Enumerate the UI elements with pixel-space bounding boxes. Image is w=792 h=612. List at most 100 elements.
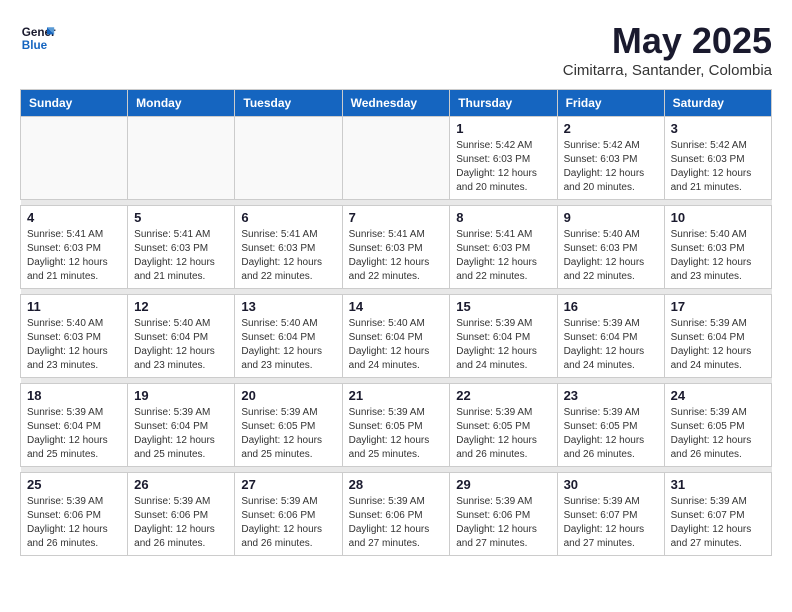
calendar-week-row: 11 Sunrise: 5:40 AM Sunset: 6:03 PM Dayli… xyxy=(21,295,772,378)
day-info: Sunrise: 5:40 AM Sunset: 6:03 PM Dayligh… xyxy=(27,317,121,373)
calendar-cell: 3 Sunrise: 5:42 AM Sunset: 6:03 PM Daylig… xyxy=(664,117,771,200)
day-info: Sunrise: 5:41 AM Sunset: 6:03 PM Dayligh… xyxy=(349,228,444,284)
day-info: Sunrise: 5:39 AM Sunset: 6:06 PM Dayligh… xyxy=(456,495,550,551)
calendar-cell: 1Sunrise: 5:42 AM Sunset: 6:03 PM Daylig… xyxy=(450,117,557,200)
calendar-cell: 7 Sunrise: 5:41 AM Sunset: 6:03 PM Daylig… xyxy=(342,206,450,289)
calendar-cell: 6Sunrise: 5:41 AM Sunset: 6:03 PM Daylig… xyxy=(235,206,342,289)
day-info: Sunrise: 5:39 AM Sunset: 6:05 PM Dayligh… xyxy=(456,406,550,462)
day-info: Sunrise: 5:39 AM Sunset: 6:04 PM Dayligh… xyxy=(456,317,550,373)
title-block: May 2025 Cimitarra, Santander, Colombia xyxy=(563,20,772,79)
day-number: 24 xyxy=(671,388,765,403)
calendar-cell: 8Sunrise: 5:41 AM Sunset: 6:03 PM Daylig… xyxy=(450,206,557,289)
day-number: 10 xyxy=(671,210,765,225)
day-number: 31 xyxy=(671,477,765,492)
month-title: May 2025 xyxy=(563,20,772,62)
day-header-tuesday: Tuesday xyxy=(235,90,342,117)
calendar-cell: 25 Sunrise: 5:39 AM Sunset: 6:06 PM Dayli… xyxy=(21,473,128,556)
day-number: 19 xyxy=(134,388,228,403)
day-header-sunday: Sunday xyxy=(21,90,128,117)
calendar-cell xyxy=(21,117,128,200)
page-header: General Blue May 2025 Cimitarra, Santand… xyxy=(20,20,772,79)
day-info: Sunrise: 5:42 AM Sunset: 6:03 PM Dayligh… xyxy=(456,139,550,195)
day-number: 18 xyxy=(27,388,121,403)
calendar-cell: 17 Sunrise: 5:39 AM Sunset: 6:04 PM Dayli… xyxy=(664,295,771,378)
calendar-cell: 20Sunrise: 5:39 AM Sunset: 6:05 PM Dayli… xyxy=(235,384,342,467)
day-number: 7 xyxy=(349,210,444,225)
calendar-week-row: 18 Sunrise: 5:39 AM Sunset: 6:04 PM Dayli… xyxy=(21,384,772,467)
calendar-cell xyxy=(128,117,235,200)
day-info: Sunrise: 5:42 AM Sunset: 6:03 PM Dayligh… xyxy=(564,139,658,195)
calendar-cell: 10Sunrise: 5:40 AM Sunset: 6:03 PM Dayli… xyxy=(664,206,771,289)
day-info: Sunrise: 5:39 AM Sunset: 6:04 PM Dayligh… xyxy=(671,317,765,373)
day-info: Sunrise: 5:39 AM Sunset: 6:05 PM Dayligh… xyxy=(241,406,335,462)
day-info: Sunrise: 5:41 AM Sunset: 6:03 PM Dayligh… xyxy=(456,228,550,284)
day-info: Sunrise: 5:40 AM Sunset: 6:04 PM Dayligh… xyxy=(134,317,228,373)
logo: General Blue xyxy=(20,20,56,56)
logo-icon: General Blue xyxy=(20,20,56,56)
calendar-week-row: 4Sunrise: 5:41 AM Sunset: 6:03 PM Daylig… xyxy=(21,206,772,289)
calendar-table: SundayMondayTuesdayWednesdayThursdayFrid… xyxy=(20,89,772,556)
calendar-cell: 26Sunrise: 5:39 AM Sunset: 6:06 PM Dayli… xyxy=(128,473,235,556)
day-info: Sunrise: 5:39 AM Sunset: 6:06 PM Dayligh… xyxy=(241,495,335,551)
day-info: Sunrise: 5:39 AM Sunset: 6:07 PM Dayligh… xyxy=(671,495,765,551)
calendar-cell: 21 Sunrise: 5:39 AM Sunset: 6:05 PM Dayli… xyxy=(342,384,450,467)
svg-text:Blue: Blue xyxy=(22,39,48,52)
calendar-cell: 4Sunrise: 5:41 AM Sunset: 6:03 PM Daylig… xyxy=(21,206,128,289)
day-info: Sunrise: 5:41 AM Sunset: 6:03 PM Dayligh… xyxy=(134,228,228,284)
day-info: Sunrise: 5:39 AM Sunset: 6:06 PM Dayligh… xyxy=(349,495,444,551)
calendar-cell: 11 Sunrise: 5:40 AM Sunset: 6:03 PM Dayli… xyxy=(21,295,128,378)
day-info: Sunrise: 5:39 AM Sunset: 6:04 PM Dayligh… xyxy=(134,406,228,462)
day-number: 27 xyxy=(241,477,335,492)
calendar-cell: 28 Sunrise: 5:39 AM Sunset: 6:06 PM Dayli… xyxy=(342,473,450,556)
calendar-cell: 27 Sunrise: 5:39 AM Sunset: 6:06 PM Dayli… xyxy=(235,473,342,556)
day-number: 15 xyxy=(456,299,550,314)
calendar-cell: 18 Sunrise: 5:39 AM Sunset: 6:04 PM Dayli… xyxy=(21,384,128,467)
day-info: Sunrise: 5:40 AM Sunset: 6:04 PM Dayligh… xyxy=(349,317,444,373)
calendar-cell: 30Sunrise: 5:39 AM Sunset: 6:07 PM Dayli… xyxy=(557,473,664,556)
day-header-thursday: Thursday xyxy=(450,90,557,117)
calendar-cell: 2 Sunrise: 5:42 AM Sunset: 6:03 PM Daylig… xyxy=(557,117,664,200)
day-info: Sunrise: 5:39 AM Sunset: 6:04 PM Dayligh… xyxy=(27,406,121,462)
day-info: Sunrise: 5:39 AM Sunset: 6:07 PM Dayligh… xyxy=(564,495,658,551)
day-number: 11 xyxy=(27,299,121,314)
day-info: Sunrise: 5:41 AM Sunset: 6:03 PM Dayligh… xyxy=(241,228,335,284)
day-header-saturday: Saturday xyxy=(664,90,771,117)
calendar-cell: 19 Sunrise: 5:39 AM Sunset: 6:04 PM Dayli… xyxy=(128,384,235,467)
day-number: 14 xyxy=(349,299,444,314)
day-number: 5 xyxy=(134,210,228,225)
calendar-cell: 31 Sunrise: 5:39 AM Sunset: 6:07 PM Dayli… xyxy=(664,473,771,556)
day-number: 25 xyxy=(27,477,121,492)
day-info: Sunrise: 5:40 AM Sunset: 6:04 PM Dayligh… xyxy=(241,317,335,373)
calendar-cell: 9 Sunrise: 5:40 AM Sunset: 6:03 PM Daylig… xyxy=(557,206,664,289)
calendar-cell xyxy=(235,117,342,200)
location-subtitle: Cimitarra, Santander, Colombia xyxy=(563,62,772,79)
calendar-cell: 12Sunrise: 5:40 AM Sunset: 6:04 PM Dayli… xyxy=(128,295,235,378)
day-info: Sunrise: 5:40 AM Sunset: 6:03 PM Dayligh… xyxy=(564,228,658,284)
calendar-cell: 22 Sunrise: 5:39 AM Sunset: 6:05 PM Dayli… xyxy=(450,384,557,467)
day-info: Sunrise: 5:39 AM Sunset: 6:05 PM Dayligh… xyxy=(349,406,444,462)
calendar-cell: 14 Sunrise: 5:40 AM Sunset: 6:04 PM Dayli… xyxy=(342,295,450,378)
day-info: Sunrise: 5:42 AM Sunset: 6:03 PM Dayligh… xyxy=(671,139,765,195)
calendar-cell xyxy=(342,117,450,200)
calendar-cell: 5 Sunrise: 5:41 AM Sunset: 6:03 PM Daylig… xyxy=(128,206,235,289)
calendar-cell: 29Sunrise: 5:39 AM Sunset: 6:06 PM Dayli… xyxy=(450,473,557,556)
day-number: 21 xyxy=(349,388,444,403)
day-number: 16 xyxy=(564,299,658,314)
day-number: 9 xyxy=(564,210,658,225)
day-number: 3 xyxy=(671,121,765,136)
calendar-cell: 24 Sunrise: 5:39 AM Sunset: 6:05 PM Dayli… xyxy=(664,384,771,467)
day-number: 2 xyxy=(564,121,658,136)
day-info: Sunrise: 5:41 AM Sunset: 6:03 PM Dayligh… xyxy=(27,228,121,284)
day-header-wednesday: Wednesday xyxy=(342,90,450,117)
day-number: 13 xyxy=(241,299,335,314)
day-info: Sunrise: 5:39 AM Sunset: 6:04 PM Dayligh… xyxy=(564,317,658,373)
day-number: 17 xyxy=(671,299,765,314)
day-number: 23 xyxy=(564,388,658,403)
day-info: Sunrise: 5:39 AM Sunset: 6:06 PM Dayligh… xyxy=(27,495,121,551)
day-number: 28 xyxy=(349,477,444,492)
day-number: 22 xyxy=(456,388,550,403)
calendar-cell: 16 Sunrise: 5:39 AM Sunset: 6:04 PM Dayli… xyxy=(557,295,664,378)
day-info: Sunrise: 5:39 AM Sunset: 6:06 PM Dayligh… xyxy=(134,495,228,551)
calendar-cell: 23Sunrise: 5:39 AM Sunset: 6:05 PM Dayli… xyxy=(557,384,664,467)
day-info: Sunrise: 5:39 AM Sunset: 6:05 PM Dayligh… xyxy=(671,406,765,462)
